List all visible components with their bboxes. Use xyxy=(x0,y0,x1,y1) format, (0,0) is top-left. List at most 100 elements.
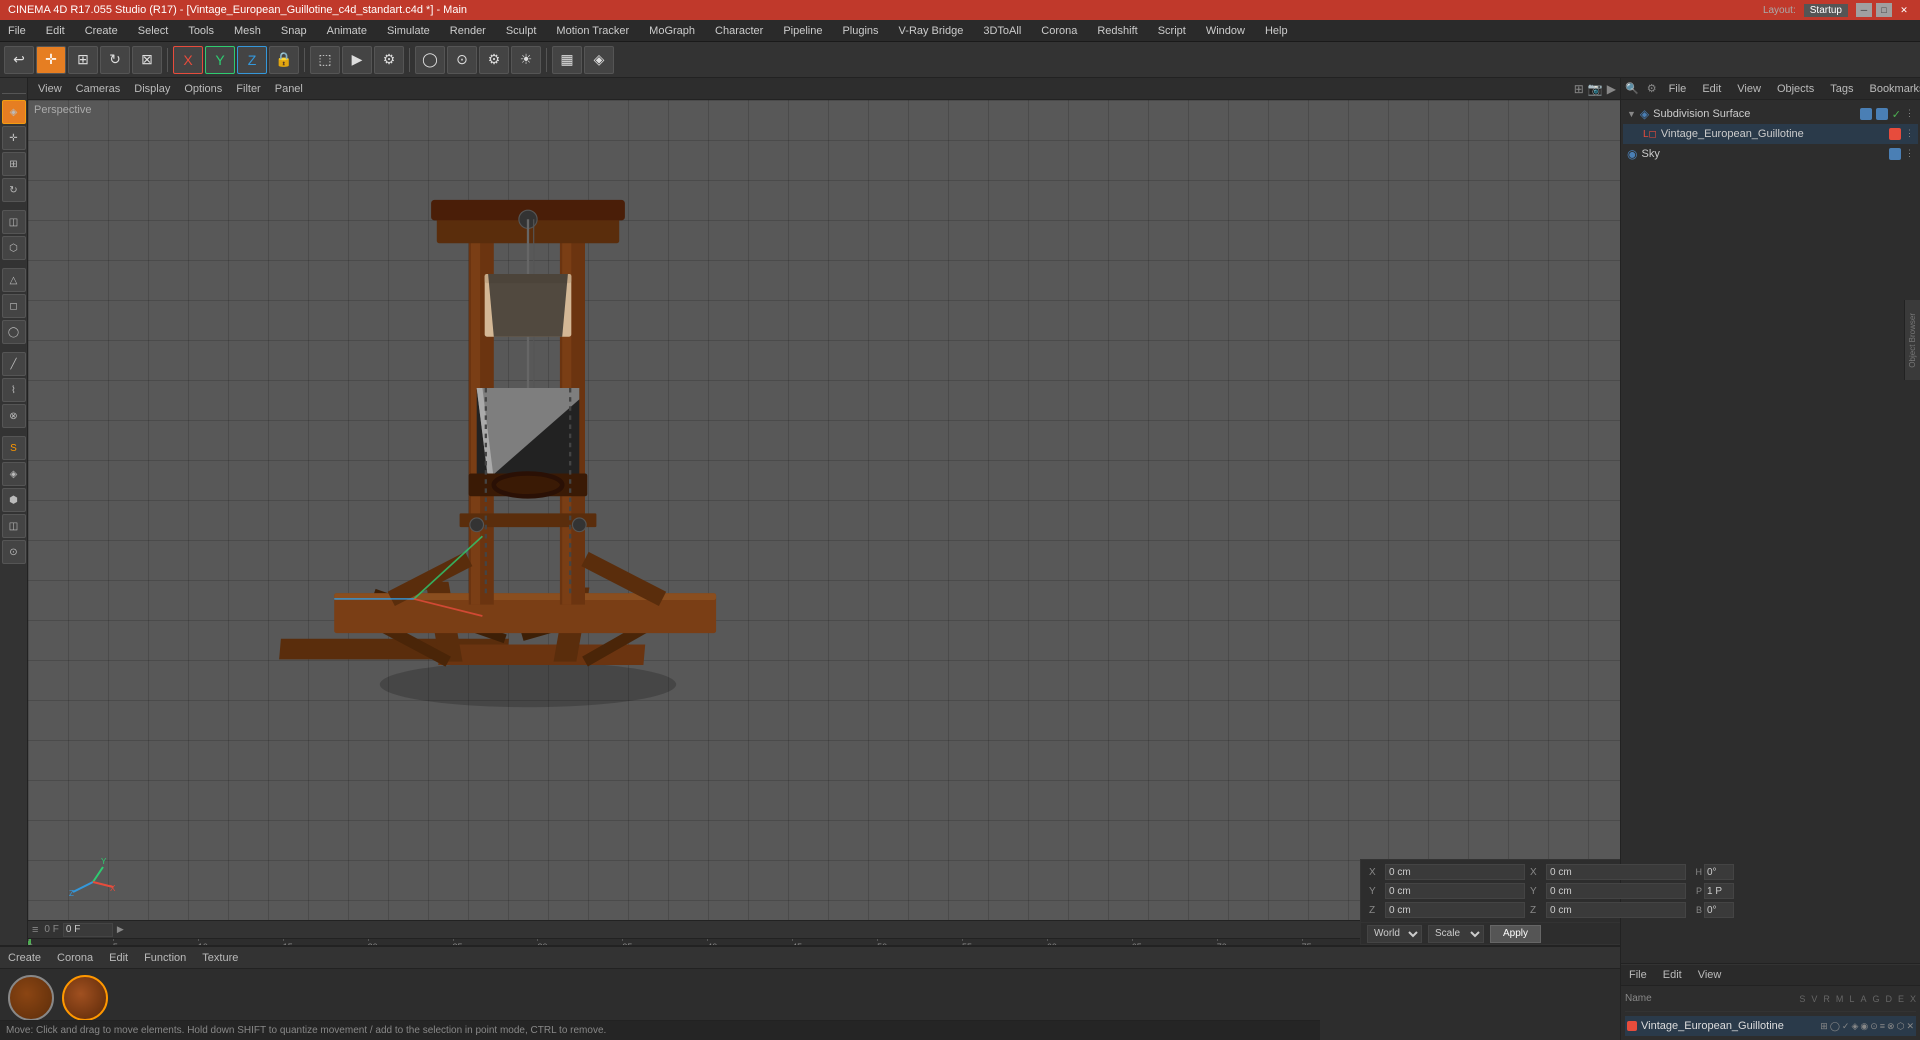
scale-select[interactable]: Scale Move Rotate xyxy=(1428,925,1484,943)
undo-button[interactable]: ↩ xyxy=(4,46,34,74)
menu-vray[interactable]: V-Ray Bridge xyxy=(895,23,968,39)
mat-corona[interactable]: Corona xyxy=(53,950,97,966)
world-select[interactable]: World Object Local xyxy=(1367,925,1422,943)
magnet-tool[interactable]: ⊙ xyxy=(2,540,26,564)
obj-icon-6[interactable]: ⊙ xyxy=(1870,1021,1878,1032)
vp-view-menu[interactable]: View xyxy=(32,81,68,97)
sculpt-tool[interactable]: ⊗ xyxy=(2,404,26,428)
menu-mesh[interactable]: Mesh xyxy=(230,23,265,39)
rp-bookmarks[interactable]: Bookmarks xyxy=(1865,81,1920,97)
props-file[interactable]: File xyxy=(1625,967,1651,983)
obj-icon-10[interactable]: ✕ xyxy=(1906,1021,1914,1032)
axis-z[interactable]: Z xyxy=(237,46,267,74)
rp-search-icon[interactable]: 🔍 xyxy=(1625,82,1639,95)
polygon-mode[interactable]: △ xyxy=(2,268,26,292)
lighting-tool[interactable]: ☀ xyxy=(511,46,541,74)
menu-plugins[interactable]: Plugins xyxy=(838,23,882,39)
scale-tool-left[interactable]: ⊞ xyxy=(2,152,26,176)
obj-icon-4[interactable]: ◈ xyxy=(1851,1021,1858,1032)
vp-options-menu[interactable]: Options xyxy=(178,81,228,97)
mode-scale[interactable]: ⊞ xyxy=(68,46,98,74)
texture-tool[interactable]: ◈ xyxy=(2,462,26,486)
menu-render[interactable]: Render xyxy=(446,23,490,39)
menu-create[interactable]: Create xyxy=(81,23,122,39)
menu-mograph[interactable]: MoGraph xyxy=(645,23,699,39)
move-tool-left[interactable]: ✛ xyxy=(2,126,26,150)
weight-tool[interactable]: S xyxy=(2,436,26,460)
menu-select[interactable]: Select xyxy=(134,23,173,39)
select-tool[interactable]: ◈ xyxy=(2,100,26,124)
subdiv-editor-dot[interactable] xyxy=(1860,108,1872,120)
vp-display-menu[interactable]: Display xyxy=(128,81,176,97)
obj-icon-1[interactable]: ⊞ xyxy=(1820,1021,1828,1032)
axis-y[interactable]: Y xyxy=(205,46,235,74)
scene-item-sky[interactable]: ◉ Sky ⋮ xyxy=(1623,144,1918,164)
rp-settings-icon[interactable]: ⚙ xyxy=(1647,82,1657,95)
object-entry[interactable]: Vintage_European_Guillotine ⊞ ◯ ✓ ◈ ◉ ⊙ … xyxy=(1625,1016,1916,1036)
rp-objects[interactable]: Objects xyxy=(1773,81,1818,97)
menu-file[interactable]: File xyxy=(4,23,30,39)
props-view[interactable]: View xyxy=(1694,967,1726,983)
guillotine-menu[interactable]: ⋮ xyxy=(1905,128,1914,140)
menu-help[interactable]: Help xyxy=(1261,23,1292,39)
z-size-input[interactable] xyxy=(1546,902,1686,918)
axis-x[interactable]: X xyxy=(173,46,203,74)
grid-tool[interactable]: ▦ xyxy=(552,46,582,74)
minimize-button[interactable]: ─ xyxy=(1856,3,1872,17)
obj-icon-3[interactable]: ✓ xyxy=(1842,1021,1850,1032)
render-view[interactable]: ▶ xyxy=(342,46,372,74)
current-frame-input[interactable] xyxy=(63,923,113,937)
menu-character[interactable]: Character xyxy=(711,23,767,39)
menu-pipeline[interactable]: Pipeline xyxy=(779,23,826,39)
knife-tool[interactable]: ╱ xyxy=(2,352,26,376)
mat-edit[interactable]: Edit xyxy=(105,950,132,966)
menu-animate[interactable]: Animate xyxy=(323,23,371,39)
subdiv-menu[interactable]: ⋮ xyxy=(1905,108,1914,121)
subdiv-render-dot[interactable] xyxy=(1876,108,1888,120)
p-input[interactable] xyxy=(1704,883,1734,899)
menu-snap[interactable]: Snap xyxy=(277,23,311,39)
render-icon[interactable]: ▶ xyxy=(1607,82,1616,96)
frame-arrow[interactable]: ▶ xyxy=(117,924,124,935)
menu-corona[interactable]: Corona xyxy=(1037,23,1081,39)
h-input[interactable] xyxy=(1704,864,1734,880)
x-size-input[interactable] xyxy=(1546,864,1686,880)
edge-mode[interactable]: ◻ xyxy=(2,294,26,318)
b-input[interactable] xyxy=(1704,902,1734,918)
rp-edit[interactable]: Edit xyxy=(1698,81,1725,97)
rp-file[interactable]: File xyxy=(1665,81,1691,97)
obj-icon-9[interactable]: ⬡ xyxy=(1897,1021,1905,1032)
menu-sculpt[interactable]: Sculpt xyxy=(502,23,541,39)
props-edit[interactable]: Edit xyxy=(1659,967,1686,983)
nurbs-tool[interactable]: ⊙ xyxy=(447,46,477,74)
lock-button[interactable]: 🔒 xyxy=(269,46,299,74)
cam-icon[interactable]: 📷 xyxy=(1588,82,1603,96)
sky-color-dot[interactable] xyxy=(1889,148,1901,160)
render-settings[interactable]: ⚙ xyxy=(374,46,404,74)
menu-3dtoall[interactable]: 3DToAll xyxy=(979,23,1025,39)
obj-icon-7[interactable]: ≡ xyxy=(1880,1021,1885,1032)
menu-redshift[interactable]: Redshift xyxy=(1093,23,1141,39)
maximize-button[interactable]: □ xyxy=(1876,3,1892,17)
frame-icon[interactable]: ⊞ xyxy=(1574,82,1584,96)
render-region[interactable]: ⬚ xyxy=(310,46,340,74)
subdiv-check[interactable]: ✓ xyxy=(1892,108,1901,121)
material-tool[interactable]: ⬢ xyxy=(2,488,26,512)
vp-panel-menu[interactable]: Panel xyxy=(269,81,309,97)
menu-script[interactable]: Script xyxy=(1154,23,1190,39)
snap-tool[interactable]: ◫ xyxy=(2,514,26,538)
mode-rotate[interactable]: ↻ xyxy=(100,46,130,74)
material-thumb-1[interactable] xyxy=(8,975,54,1021)
vp-cameras-menu[interactable]: Cameras xyxy=(70,81,127,97)
y-position-input[interactable] xyxy=(1385,883,1525,899)
scene-item-subdivision[interactable]: ▼ ◈ Subdivision Surface ✓ ⋮ xyxy=(1623,104,1918,124)
menu-edit[interactable]: Edit xyxy=(42,23,69,39)
point-mode[interactable]: ◯ xyxy=(2,320,26,344)
brush-tool[interactable]: ⌇ xyxy=(2,378,26,402)
rp-tags[interactable]: Tags xyxy=(1826,81,1857,97)
x-position-input[interactable] xyxy=(1385,864,1525,880)
apply-button[interactable]: Apply xyxy=(1490,925,1541,943)
mode-transform[interactable]: ⊠ xyxy=(132,46,162,74)
window-controls[interactable]: ─ □ ✕ xyxy=(1856,3,1912,17)
obj-icon-2[interactable]: ◯ xyxy=(1830,1021,1840,1032)
